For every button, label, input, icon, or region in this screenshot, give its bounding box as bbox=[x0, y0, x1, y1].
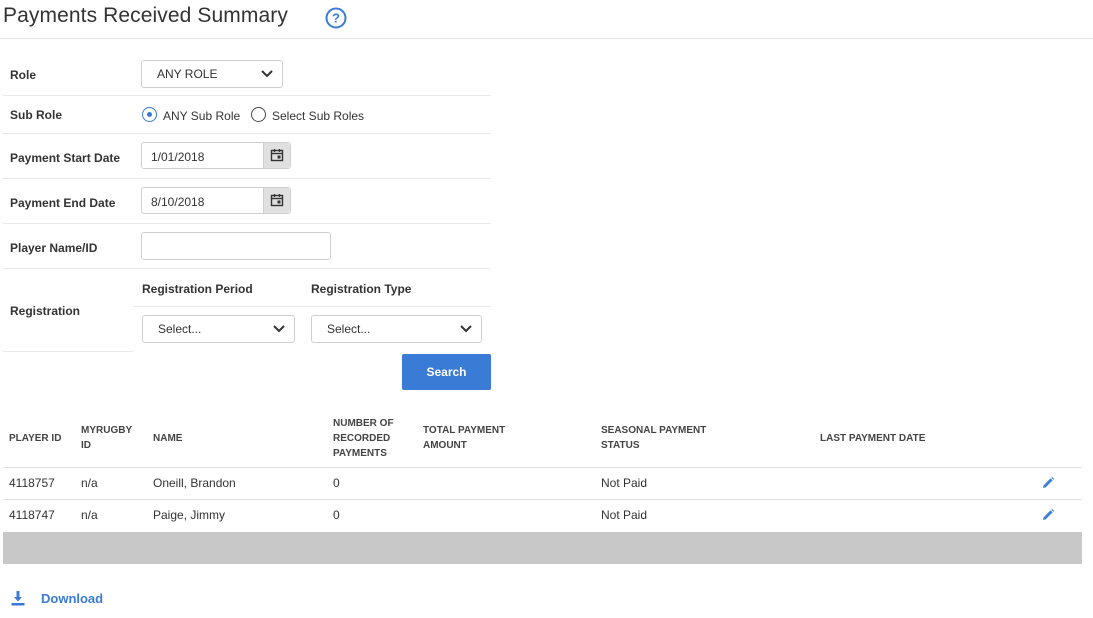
role-row: Role ANY ROLE bbox=[3, 52, 491, 96]
registration-period-header: Registration Period bbox=[142, 282, 253, 296]
edit-pencil-icon[interactable] bbox=[1041, 476, 1055, 490]
cell-player-id: 4118757 bbox=[9, 476, 55, 490]
col-number-line3: PAYMENTS bbox=[333, 448, 387, 459]
registration-type-value: Select... bbox=[327, 322, 371, 336]
col-status-line1: SEASONAL PAYMENT bbox=[601, 425, 707, 436]
title-bar: Payments Received Summary ? bbox=[0, 0, 1093, 39]
chevron-down-icon bbox=[460, 325, 472, 333]
payment-end-date-label: Payment End Date bbox=[10, 196, 116, 210]
payment-start-date-input[interactable]: 1/01/2018 bbox=[141, 142, 291, 169]
col-total-payment-amount: TOTAL PAYMENT AMOUNT bbox=[423, 423, 505, 453]
registration-type-select[interactable]: Select... bbox=[311, 315, 482, 343]
col-last-payment-date: LAST PAYMENT DATE bbox=[820, 433, 926, 444]
payment-end-date-input[interactable]: 8/10/2018 bbox=[141, 187, 291, 214]
cell-status: Not Paid bbox=[601, 476, 648, 490]
col-myrugby-id: MYRUGBY ID bbox=[81, 423, 132, 453]
col-number-of-payments: NUMBER OF RECORDED PAYMENTS bbox=[333, 416, 394, 461]
col-myrugby-id-line1: MYRUGBY bbox=[81, 425, 133, 436]
cell-num-payments: 0 bbox=[333, 508, 340, 522]
registration-header-divider bbox=[133, 306, 491, 307]
registration-type-header: Registration Type bbox=[311, 282, 412, 296]
payment-start-date-label: Payment Start Date bbox=[10, 151, 121, 165]
calendar-icon bbox=[270, 149, 284, 162]
cell-myrugby-id: n/a bbox=[81, 508, 98, 522]
select-sub-roles-label[interactable]: Select Sub Roles bbox=[272, 109, 364, 123]
payment-start-date-value: 1/01/2018 bbox=[151, 150, 205, 164]
col-status-line2: STATUS bbox=[601, 440, 640, 451]
calendar-icon bbox=[270, 194, 284, 207]
payment-start-date-row: Payment Start Date 1/01/2018 bbox=[3, 134, 491, 179]
col-number-line1: NUMBER OF bbox=[333, 418, 394, 429]
role-select[interactable]: ANY ROLE bbox=[141, 60, 283, 88]
edit-pencil-icon[interactable] bbox=[1041, 508, 1055, 522]
col-myrugby-id-line2: ID bbox=[81, 440, 91, 451]
registration-label: Registration bbox=[10, 304, 81, 318]
cell-myrugby-id: n/a bbox=[81, 476, 98, 490]
search-button[interactable]: Search bbox=[402, 354, 491, 390]
question-circle-icon[interactable]: ? bbox=[325, 7, 347, 29]
download-icon bbox=[11, 591, 25, 606]
page-title: Payments Received Summary bbox=[3, 4, 288, 27]
sub-role-label: Sub Role bbox=[10, 108, 63, 122]
end-date-calendar-button[interactable] bbox=[263, 188, 290, 213]
col-name: NAME bbox=[153, 433, 183, 444]
sub-role-row: Sub Role ANY Sub Role Select Sub Roles bbox=[3, 96, 491, 134]
payment-end-date-value: 8/10/2018 bbox=[151, 195, 205, 209]
any-sub-role-radio[interactable] bbox=[142, 107, 157, 122]
table-footer-band bbox=[3, 532, 1082, 564]
any-sub-role-label[interactable]: ANY Sub Role bbox=[163, 109, 240, 123]
select-sub-roles-radio[interactable] bbox=[251, 107, 266, 122]
chevron-down-icon bbox=[273, 325, 285, 333]
col-player-id: PLAYER ID bbox=[9, 433, 62, 444]
cell-player-id: 4118747 bbox=[9, 508, 55, 522]
start-date-calendar-button[interactable] bbox=[263, 143, 290, 168]
col-seasonal-payment-status: SEASONAL PAYMENT STATUS bbox=[601, 423, 706, 453]
download-label[interactable]: Download bbox=[41, 591, 103, 606]
col-total-line2: AMOUNT bbox=[423, 440, 467, 451]
cell-name: Paige, Jimmy bbox=[153, 508, 226, 522]
col-number-line2: RECORDED bbox=[333, 433, 391, 444]
registration-period-select[interactable]: Select... bbox=[142, 315, 295, 343]
payment-end-date-row: Payment End Date 8/10/2018 bbox=[3, 179, 491, 224]
role-select-value: ANY ROLE bbox=[157, 67, 218, 81]
cell-num-payments: 0 bbox=[333, 476, 340, 490]
cell-status: Not Paid bbox=[601, 508, 648, 522]
svg-text:?: ? bbox=[332, 11, 340, 26]
registration-divider bbox=[3, 351, 133, 352]
table-row: 4118747 n/a Paige, Jimmy 0 Not Paid bbox=[3, 499, 1082, 531]
chevron-down-icon bbox=[261, 70, 273, 78]
player-name-id-label: Player Name/ID bbox=[10, 241, 98, 255]
player-name-id-row: Player Name/ID bbox=[3, 224, 491, 269]
table-row: 4118757 n/a Oneill, Brandon 0 Not Paid bbox=[3, 467, 1082, 499]
player-name-id-input[interactable] bbox=[141, 232, 331, 260]
cell-name: Oneill, Brandon bbox=[153, 476, 236, 490]
registration-period-value: Select... bbox=[158, 322, 202, 336]
role-label: Role bbox=[10, 68, 37, 82]
col-total-line1: TOTAL PAYMENT bbox=[423, 425, 506, 436]
registration-row: Registration Registration Period Registr… bbox=[3, 269, 491, 352]
